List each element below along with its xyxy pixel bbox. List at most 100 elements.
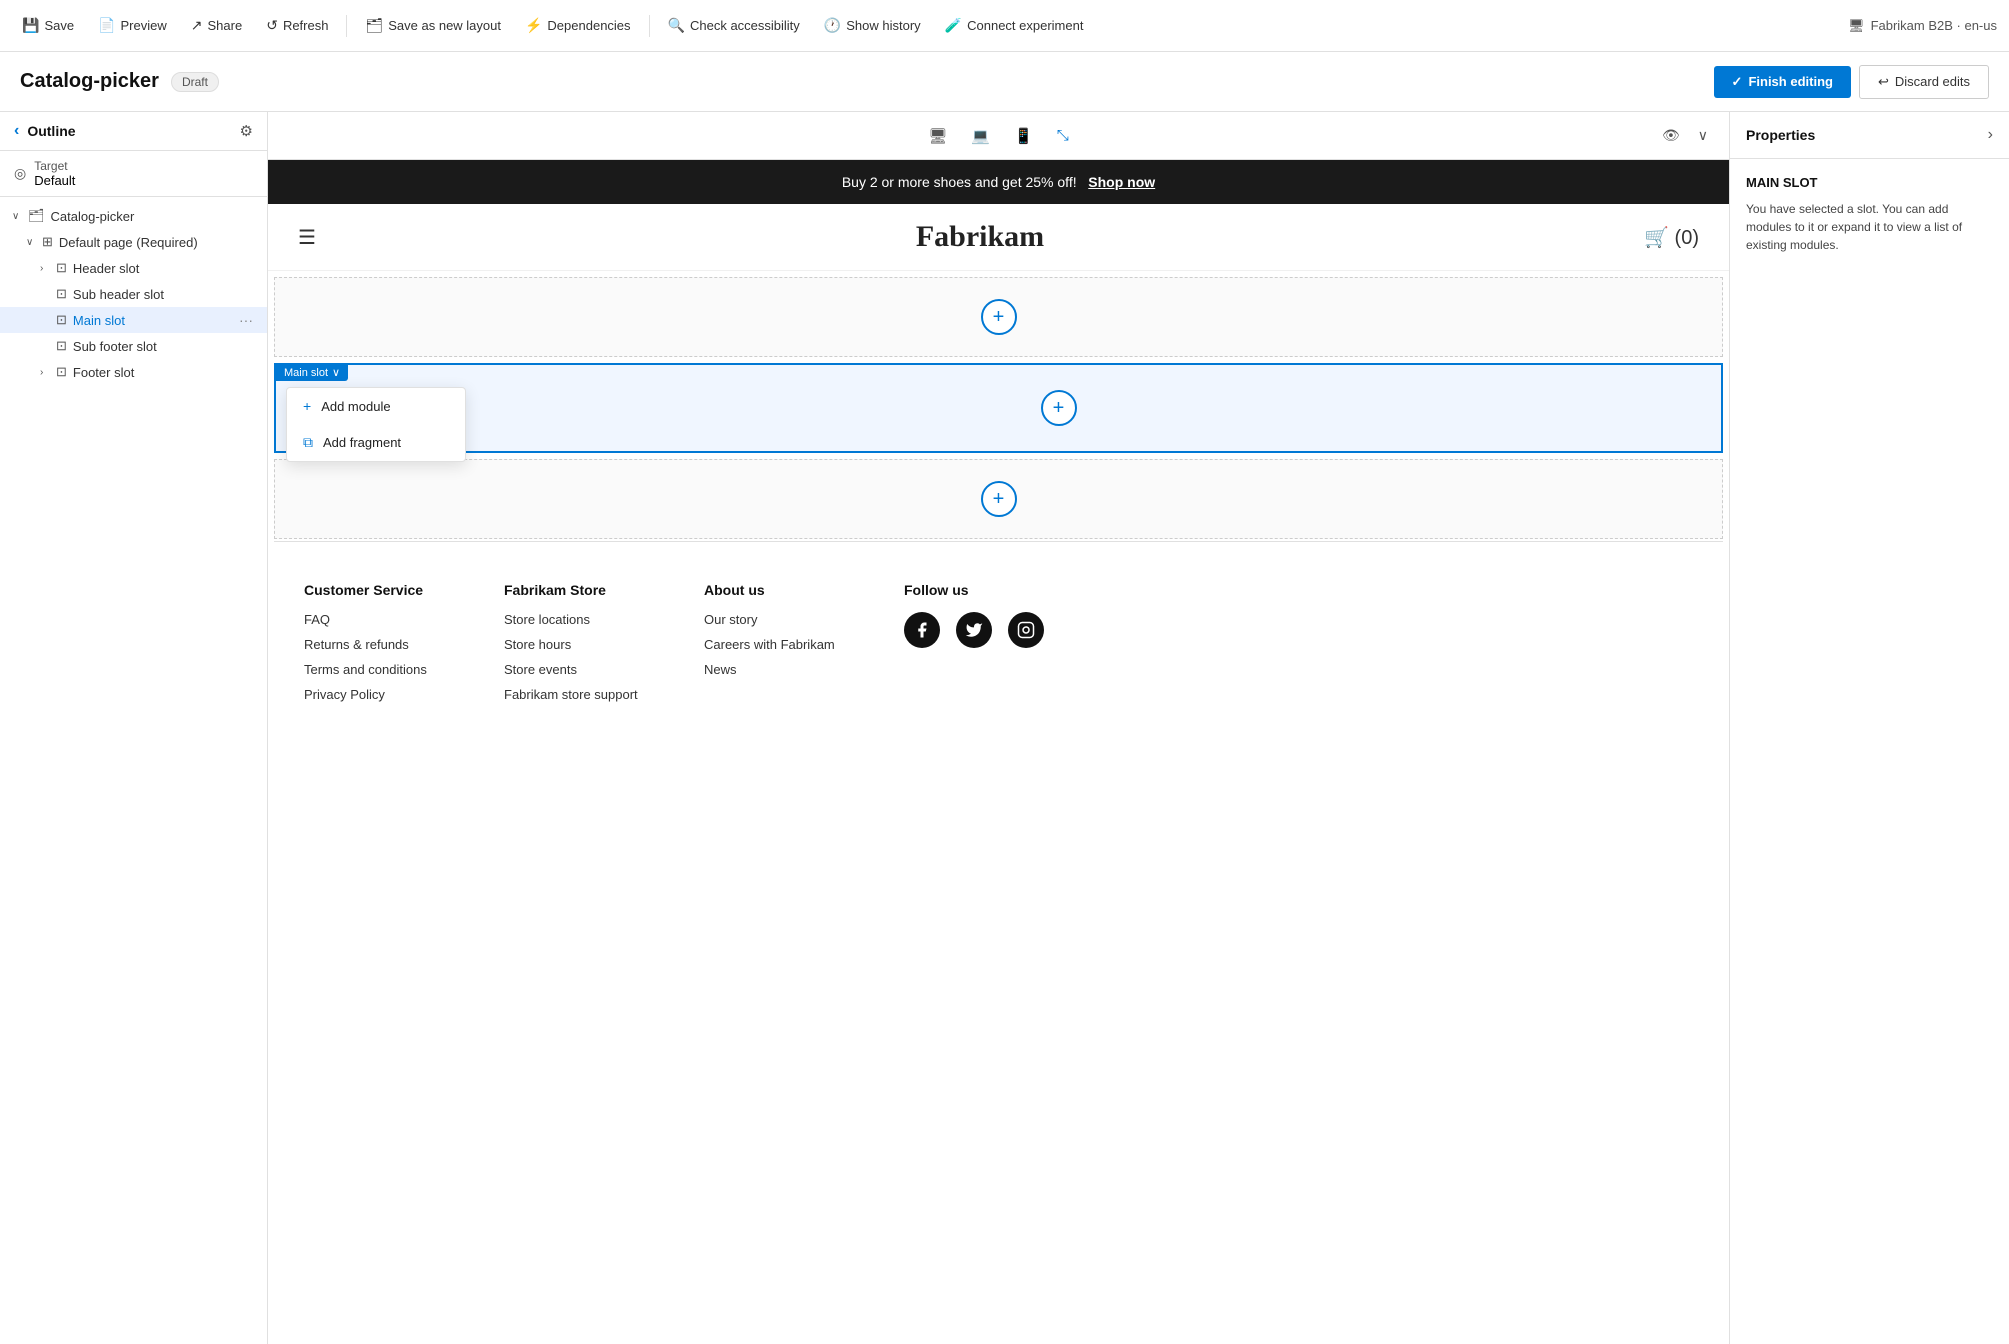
expand-icon-page[interactable]: ∨ bbox=[26, 237, 42, 248]
expand-icon-header[interactable]: › bbox=[40, 263, 56, 274]
footer-link-returns[interactable]: Returns & refunds bbox=[304, 637, 464, 652]
footer-link-careers[interactable]: Careers with Fabrikam bbox=[704, 637, 864, 652]
footer-heading-3: Follow us bbox=[904, 582, 1064, 598]
tree-item-catalog-picker[interactable]: ∨ 🗂 Catalog-picker bbox=[0, 203, 267, 229]
share-button[interactable]: ↗ Share bbox=[181, 11, 252, 40]
save-button[interactable]: 💾 Save bbox=[12, 11, 84, 40]
add-button-subfooter[interactable]: + bbox=[981, 481, 1017, 517]
desktop-device-button[interactable]: 🖥 bbox=[920, 121, 955, 151]
page-title-left: Catalog-picker Draft bbox=[20, 70, 219, 93]
ellipsis-icon[interactable]: ··· bbox=[239, 312, 253, 328]
instagram-icon[interactable] bbox=[1008, 612, 1044, 648]
properties-section-title: MAIN SLOT bbox=[1746, 175, 1993, 190]
checkmark-icon: ✓ bbox=[1732, 74, 1743, 90]
footer-link-faq[interactable]: FAQ bbox=[304, 612, 464, 627]
footer-link-story[interactable]: Our story bbox=[704, 612, 864, 627]
expand-view-button[interactable]: ⤡ bbox=[1049, 121, 1077, 150]
page-title-right: ✓ Finish editing ↩ Discard edits bbox=[1714, 65, 1989, 99]
show-history-button[interactable]: 🕐 Show history bbox=[814, 11, 931, 40]
main-slot-placeholder[interactable]: Main slot ∨ + Add module ⧉ Add fragment bbox=[274, 363, 1723, 453]
accessibility-icon: 🔍 bbox=[668, 17, 685, 34]
tree-item-footer-slot[interactable]: › ⊡ Footer slot bbox=[0, 359, 267, 385]
visibility-button[interactable]: 👁 bbox=[1657, 122, 1685, 149]
back-arrow-icon[interactable]: ‹ bbox=[14, 122, 19, 140]
hamburger-icon[interactable]: ☰ bbox=[298, 225, 316, 250]
canvas-frame: Buy 2 or more shoes and get 25% off! Sho… bbox=[268, 160, 1729, 1344]
sidebar-header: ‹ Outline ⚙ bbox=[0, 112, 267, 151]
mobile-device-button[interactable]: 📱 bbox=[1006, 121, 1041, 151]
page-icon-tree: ⊞ bbox=[42, 234, 53, 250]
page-icon: 🖥 bbox=[1848, 18, 1865, 34]
gear-icon[interactable]: ⚙ bbox=[240, 122, 253, 140]
canvas-scroll[interactable]: Buy 2 or more shoes and get 25% off! Sho… bbox=[268, 160, 1729, 1344]
expand-icon[interactable]: ∨ bbox=[12, 211, 28, 222]
target-info: Target Default bbox=[34, 159, 75, 188]
share-icon: ↗ bbox=[191, 17, 203, 34]
tree-item-sub-header-slot[interactable]: ⊡ Sub header slot bbox=[0, 281, 267, 307]
sidebar: ‹ Outline ⚙ ◎ Target Default ∨ 🗂 Catalog… bbox=[0, 112, 268, 1344]
add-button-main[interactable]: + bbox=[1041, 390, 1077, 426]
outline-title: ‹ Outline bbox=[14, 122, 76, 140]
footer-link-news[interactable]: News bbox=[704, 662, 864, 677]
canvas-right-icons: 👁 ∨ bbox=[1657, 122, 1713, 149]
sub-header-slot-placeholder[interactable]: + bbox=[274, 277, 1723, 357]
tree-item-default-page[interactable]: ∨ ⊞ Default page (Required) bbox=[0, 229, 267, 255]
footer-link-privacy[interactable]: Privacy Policy bbox=[304, 687, 464, 702]
site-header: ☰ Fabrikam 🛒 (0) bbox=[268, 204, 1729, 271]
save-as-new-layout-button[interactable]: 🗂 Save as new layout bbox=[355, 11, 511, 40]
slot-icon-header: ⊡ bbox=[56, 260, 67, 276]
footer-link-support[interactable]: Fabrikam store support bbox=[504, 687, 664, 702]
footer-link-hours[interactable]: Store hours bbox=[504, 637, 664, 652]
dependencies-button[interactable]: ⚡ Dependencies bbox=[515, 11, 641, 40]
cart-icon[interactable]: 🛒 (0) bbox=[1644, 225, 1699, 250]
facebook-icon[interactable] bbox=[904, 612, 940, 648]
properties-body: MAIN SLOT You have selected a slot. You … bbox=[1730, 159, 2009, 270]
promo-link[interactable]: Shop now bbox=[1088, 174, 1155, 190]
toolbar: 💾 Save 📄 Preview ↗ Share ↺ Refresh 🗂 Sav… bbox=[0, 0, 2009, 52]
main-layout: ‹ Outline ⚙ ◎ Target Default ∨ 🗂 Catalog… bbox=[0, 112, 2009, 1344]
refresh-button[interactable]: ↺ Refresh bbox=[256, 11, 338, 40]
sub-footer-slot-placeholder[interactable]: + bbox=[274, 459, 1723, 539]
add-module-menu-item[interactable]: + Add module bbox=[287, 388, 465, 424]
footer-columns: Customer Service FAQ Returns & refunds T… bbox=[304, 582, 1693, 712]
footer-link-events[interactable]: Store events bbox=[504, 662, 664, 677]
canvas-area: 🖥 💻 📱 ⤡ 👁 ∨ Buy 2 or more shoes and get … bbox=[268, 112, 1729, 1344]
slot-icon-subheader: ⊡ bbox=[56, 286, 67, 302]
finish-editing-button[interactable]: ✓ Finish editing bbox=[1714, 66, 1851, 98]
expand-icon-footer[interactable]: › bbox=[40, 367, 56, 378]
properties-chevron-icon[interactable]: › bbox=[1988, 126, 1993, 144]
site-label: Fabrikam B2B · en-us bbox=[1871, 18, 1997, 33]
tree-item-main-slot[interactable]: ⊡ Main slot ··· bbox=[0, 307, 267, 333]
properties-panel: Properties › MAIN SLOT You have selected… bbox=[1729, 112, 2009, 1344]
footer-link-terms[interactable]: Terms and conditions bbox=[304, 662, 464, 677]
footer-col-about-us: About us Our story Careers with Fabrikam… bbox=[704, 582, 864, 712]
canvas-toolbar: 🖥 💻 📱 ⤡ 👁 ∨ bbox=[268, 112, 1729, 160]
refresh-icon: ↺ bbox=[266, 17, 278, 34]
device-icons: 🖥 💻 📱 ⤡ bbox=[920, 121, 1076, 151]
slot-icon-main: ⊡ bbox=[56, 312, 67, 328]
add-fragment-menu-item[interactable]: ⧉ Add fragment bbox=[287, 424, 465, 461]
connect-experiment-button[interactable]: 🧪 Connect experiment bbox=[935, 11, 1094, 40]
properties-header: Properties › bbox=[1730, 112, 2009, 159]
target-section: ◎ Target Default bbox=[0, 151, 267, 197]
promo-text: Buy 2 or more shoes and get 25% off! bbox=[842, 174, 1077, 190]
history-icon: 🕐 bbox=[824, 17, 841, 34]
footer-heading-2: About us bbox=[704, 582, 864, 598]
add-button-subheader[interactable]: + bbox=[981, 299, 1017, 335]
save-icon: 💾 bbox=[22, 17, 39, 34]
outline-tree: ∨ 🗂 Catalog-picker ∨ ⊞ Default page (Req… bbox=[0, 197, 267, 1344]
discard-edits-button[interactable]: ↩ Discard edits bbox=[1859, 65, 1989, 99]
toolbar-right: 🖥 Fabrikam B2B · en-us bbox=[1848, 18, 1997, 34]
check-accessibility-button[interactable]: 🔍 Check accessibility bbox=[658, 11, 810, 40]
preview-button[interactable]: 📄 Preview bbox=[88, 11, 177, 40]
slot-icon-footer: ⊡ bbox=[56, 364, 67, 380]
target-icon: ◎ bbox=[14, 165, 26, 182]
twitter-icon[interactable] bbox=[956, 612, 992, 648]
footer-link-locations[interactable]: Store locations bbox=[504, 612, 664, 627]
chevron-down-button[interactable]: ∨ bbox=[1693, 122, 1713, 149]
laptop-device-button[interactable]: 💻 bbox=[963, 121, 998, 151]
tree-item-sub-footer-slot[interactable]: ⊡ Sub footer slot bbox=[0, 333, 267, 359]
footer-col-customer-service: Customer Service FAQ Returns & refunds T… bbox=[304, 582, 464, 712]
plus-icon: + bbox=[303, 398, 311, 414]
tree-item-header-slot[interactable]: › ⊡ Header slot bbox=[0, 255, 267, 281]
